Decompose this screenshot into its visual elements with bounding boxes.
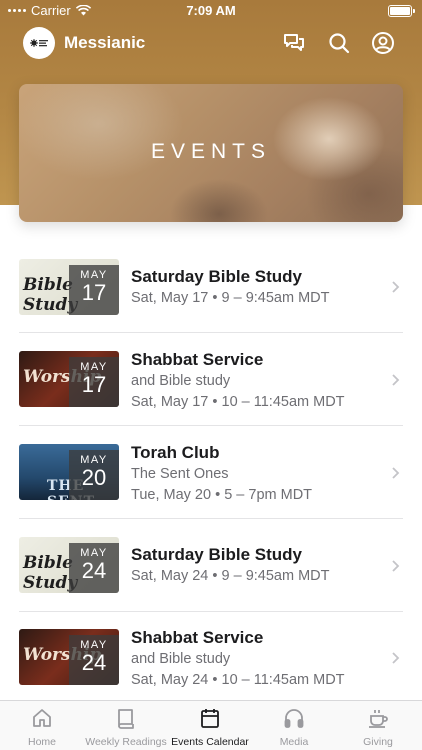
battery-icon: [388, 5, 415, 17]
date-day: 20: [81, 465, 107, 490]
status-bar: Carrier 7:09 AM: [0, 0, 422, 22]
event-row[interactable]: Bible Study MAY 17 Saturday Bible Study …: [0, 240, 422, 333]
event-thumbnail: Bible Study MAY 17: [19, 259, 119, 315]
tab-label: Media: [279, 736, 309, 748]
event-time: Sat, May 24 • 10 – 11:45am MDT: [131, 672, 345, 688]
date-day: 17: [81, 372, 107, 397]
tab-giving[interactable]: Giving: [336, 701, 420, 750]
event-subtitle: The Sent Ones: [131, 466, 229, 482]
app-title: Messianic: [64, 33, 146, 52]
event-time: Sat, May 24 • 9 – 9:45am MDT: [131, 568, 330, 584]
chat-icon[interactable]: [282, 31, 306, 55]
tab-home[interactable]: Home: [0, 701, 84, 750]
date-badge: MAY 17: [69, 265, 119, 315]
tab-label: Home: [27, 736, 56, 748]
chevron-right-icon: [392, 560, 400, 572]
chevron-right-icon: [392, 652, 400, 664]
event-thumbnail: Bible Study MAY 24: [19, 537, 119, 593]
event-row[interactable]: Worship MAY 24 Shabbat Service and Bible…: [0, 612, 422, 705]
calendar-icon: [201, 709, 219, 728]
tab-label: Events Calendar: [171, 736, 249, 748]
chevron-right-icon: [392, 374, 400, 386]
app-header: Messianic: [0, 24, 422, 64]
event-subtitle: and Bible study: [131, 651, 231, 667]
tab-label: Weekly Readings: [85, 736, 167, 748]
chevron-right-icon: [392, 467, 400, 479]
event-title: Torah Club: [131, 443, 220, 462]
coffee-cup-icon: [369, 710, 388, 728]
event-thumbnail: Worship MAY 24: [19, 629, 119, 685]
event-thumbnail: THE SENT ONES MAY 20: [19, 444, 119, 500]
event-title: Shabbat Service: [131, 350, 264, 369]
event-title: Saturday Bible Study: [131, 267, 302, 286]
tab-media[interactable]: Media: [252, 701, 336, 750]
date-badge: MAY 20: [69, 450, 119, 500]
home-icon: [33, 709, 51, 727]
chevron-right-icon: [392, 281, 400, 293]
date-badge: MAY 24: [69, 635, 119, 685]
tab-events-calendar[interactable]: Events Calendar: [168, 701, 252, 750]
event-time: Sat, May 17 • 10 – 11:45am MDT: [131, 394, 345, 410]
event-row[interactable]: Worship MAY 17 Shabbat Service and Bible…: [0, 333, 422, 426]
date-day: 24: [81, 558, 107, 583]
event-title: Saturday Bible Study: [131, 545, 302, 564]
event-title: Shabbat Service: [131, 628, 264, 647]
tab-label: Giving: [363, 736, 393, 748]
event-subtitle: and Bible study: [131, 373, 231, 389]
event-time: Tue, May 20 • 5 – 7pm MDT: [131, 487, 313, 503]
tab-bar: Home Weekly Readings Events Calendar Med…: [0, 700, 422, 750]
status-time: 7:09 AM: [186, 3, 236, 18]
book-icon: [118, 709, 134, 729]
headphones-icon: [284, 709, 304, 728]
tab-weekly-readings[interactable]: Weekly Readings: [84, 701, 168, 750]
event-row[interactable]: Bible Study MAY 24 Saturday Bible Study …: [0, 519, 422, 612]
event-row[interactable]: THE SENT ONES MAY 20 Torah Club The Sent…: [0, 426, 422, 519]
event-time: Sat, May 17 • 9 – 9:45am MDT: [131, 290, 330, 306]
date-day: 24: [81, 650, 107, 675]
profile-icon[interactable]: [371, 31, 395, 55]
date-day: 17: [81, 280, 107, 305]
date-badge: MAY 24: [69, 543, 119, 593]
events-banner: EVENTS: [19, 84, 403, 222]
app-logo: [23, 27, 55, 59]
search-icon[interactable]: [327, 31, 351, 55]
event-thumbnail: Worship MAY 17: [19, 351, 119, 407]
date-badge: MAY 17: [69, 357, 119, 407]
banner-title: EVENTS: [150, 140, 272, 163]
